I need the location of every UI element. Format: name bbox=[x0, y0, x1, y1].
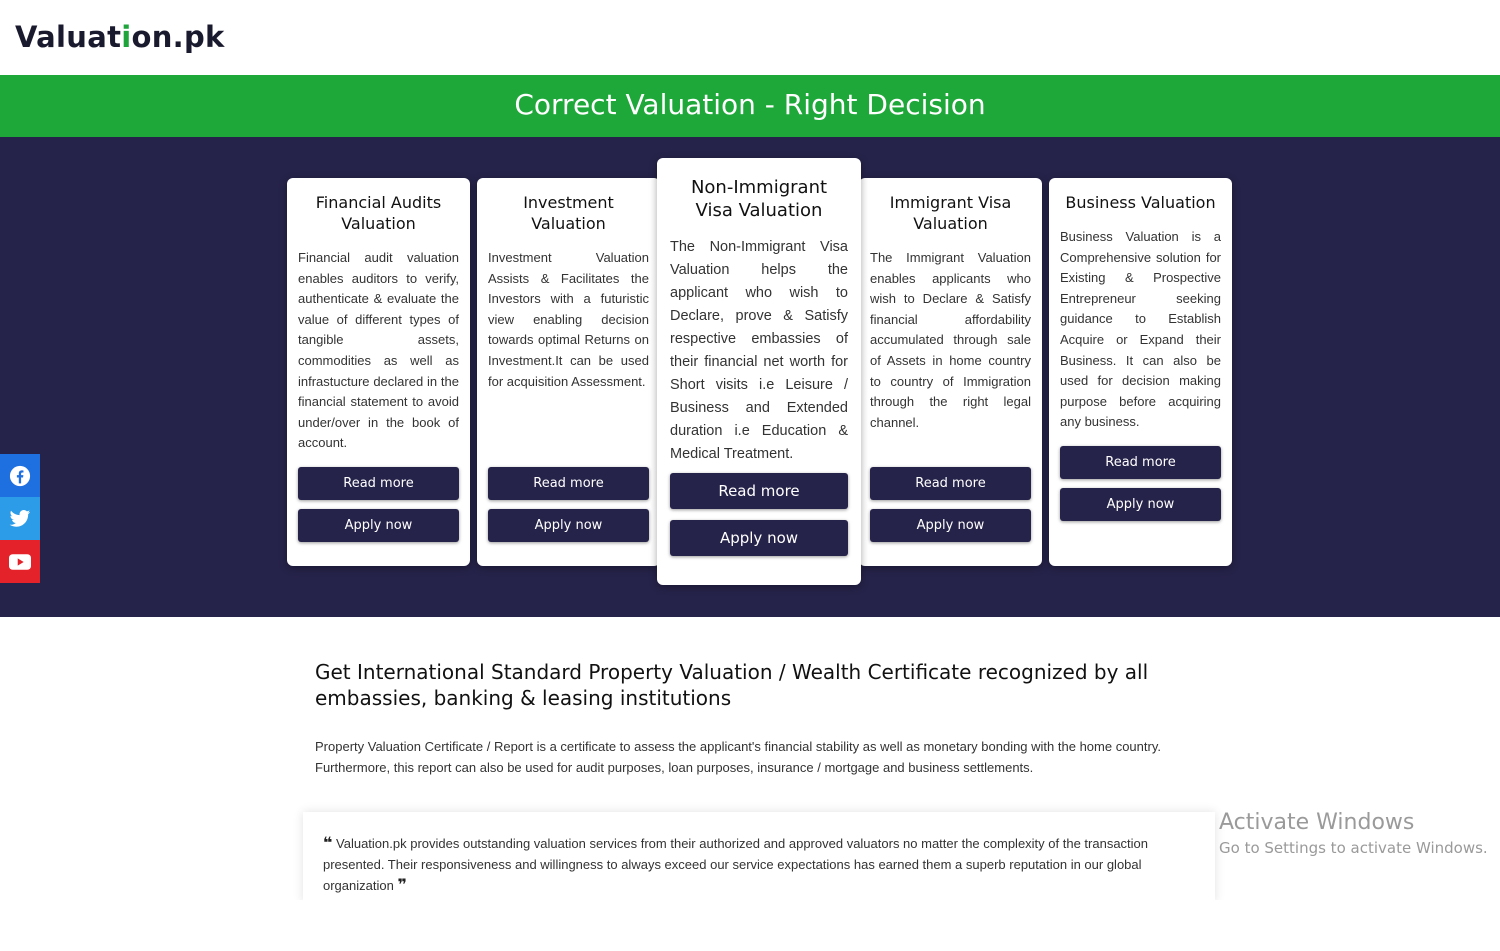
youtube-icon bbox=[9, 553, 31, 570]
watermark-subtitle: Go to Settings to activate Windows. bbox=[1219, 839, 1488, 857]
logo-i-mark: i bbox=[121, 20, 132, 54]
apply-now-button[interactable]: Apply now bbox=[870, 509, 1031, 542]
watermark-title: Activate Windows bbox=[1219, 810, 1415, 835]
facebook-link[interactable] bbox=[0, 454, 40, 497]
apply-now-button[interactable]: Apply now bbox=[298, 509, 459, 542]
card-description: Business Valuation is a Comprehensive so… bbox=[1060, 229, 1221, 430]
testimonial-box: ❝ Valuation.pk provides outstanding valu… bbox=[303, 812, 1215, 902]
apply-now-button[interactable]: Apply now bbox=[670, 520, 848, 556]
twitter-icon bbox=[9, 509, 31, 527]
card-title: Investment Valuation bbox=[523, 193, 614, 233]
card-description: The Immigrant Valuation enables applican… bbox=[870, 250, 1031, 430]
close-quote-icon: ❞ bbox=[397, 876, 407, 894]
tagline-banner: Correct Valuation - Right Decision bbox=[0, 75, 1500, 137]
property-valuation-section: Get International Standard Property Valu… bbox=[315, 659, 1195, 779]
card-title: Non-Immigrant Visa Valuation bbox=[690, 177, 828, 221]
activate-windows-watermark: Activate Windows Go to Settings to activ… bbox=[1219, 810, 1488, 857]
card-description: Investment Valuation Assists & Facilitat… bbox=[488, 250, 649, 389]
service-card-non-immigrant-visa: Non-Immigrant Visa Valuation The Non-Imm… bbox=[657, 158, 861, 585]
card-description: Financial audit valuation enables audito… bbox=[298, 250, 459, 451]
card-title: Financial Audits Valuation bbox=[315, 193, 442, 233]
card-title: Immigrant Visa Valuation bbox=[889, 193, 1012, 233]
card-description: The Non-Immigrant Visa Valuation helps t… bbox=[670, 239, 848, 462]
read-more-button[interactable]: Read more bbox=[1060, 446, 1221, 479]
card-title: Business Valuation bbox=[1065, 193, 1216, 212]
social-sidebar bbox=[0, 454, 40, 583]
tagline-text: Correct Valuation - Right Decision bbox=[514, 88, 986, 121]
youtube-link[interactable] bbox=[0, 540, 40, 583]
page-bottom-fade bbox=[0, 900, 1500, 951]
service-card-investment: Investment Valuation Investment Valuatio… bbox=[477, 178, 660, 566]
read-more-button[interactable]: Read more bbox=[670, 473, 848, 509]
read-more-button[interactable]: Read more bbox=[488, 467, 649, 500]
service-card-financial-audits: Financial Audits Valuation Financial aud… bbox=[287, 178, 470, 566]
services-section: Financial Audits Valuation Financial aud… bbox=[0, 137, 1500, 617]
read-more-button[interactable]: Read more bbox=[870, 467, 1031, 500]
site-header: Valuation.pk bbox=[0, 0, 1500, 75]
section-body: Property Valuation Certificate / Report … bbox=[315, 739, 1161, 775]
testimonial-text: Valuation.pk provides outstanding valuat… bbox=[323, 836, 1149, 893]
site-logo[interactable]: Valuation.pk bbox=[15, 20, 225, 54]
apply-now-button[interactable]: Apply now bbox=[488, 509, 649, 542]
service-card-business: Business Valuation Business Valuation is… bbox=[1049, 178, 1232, 566]
twitter-link[interactable] bbox=[0, 497, 40, 540]
apply-now-button[interactable]: Apply now bbox=[1060, 488, 1221, 521]
section-heading: Get International Standard Property Valu… bbox=[315, 660, 1149, 710]
read-more-button[interactable]: Read more bbox=[298, 467, 459, 500]
facebook-icon bbox=[9, 465, 31, 486]
service-card-immigrant-visa: Immigrant Visa Valuation The Immigrant V… bbox=[859, 178, 1042, 566]
open-quote-icon: ❝ bbox=[323, 835, 333, 852]
